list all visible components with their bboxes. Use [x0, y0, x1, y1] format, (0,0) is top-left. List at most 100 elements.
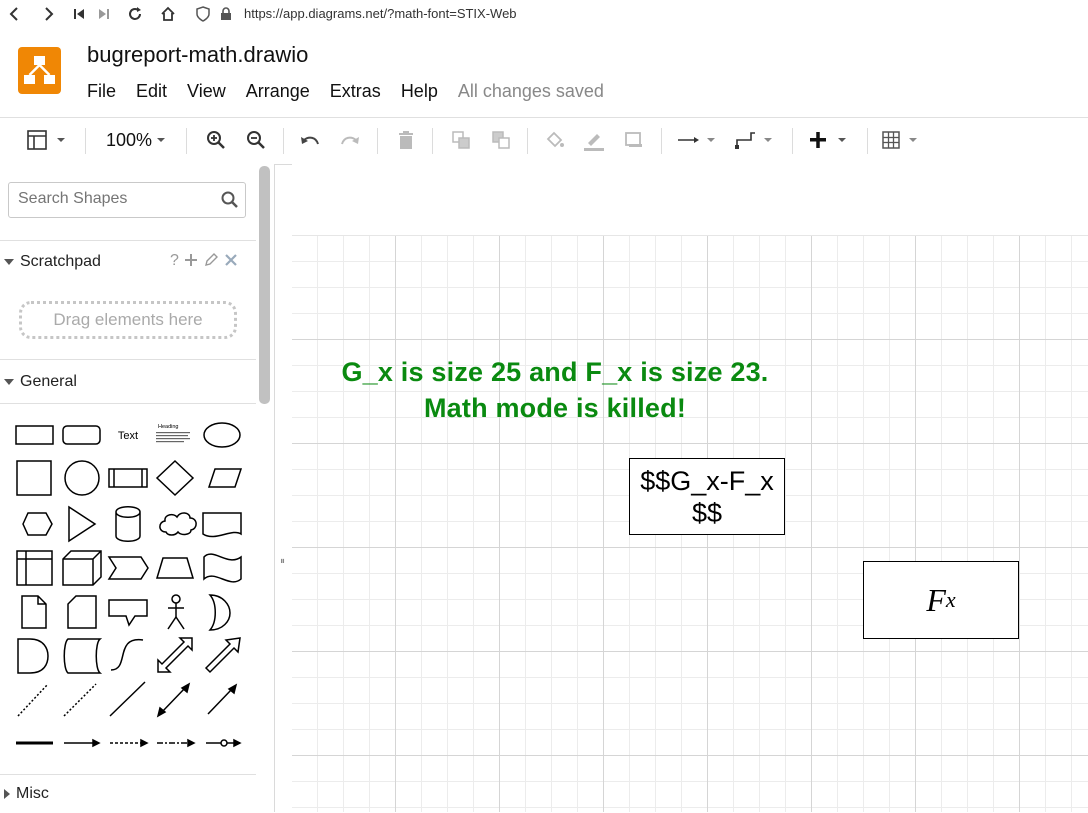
- canvas-margin: [292, 164, 1088, 236]
- shape-tape[interactable]: [203, 553, 242, 583]
- shape-data-storage[interactable]: [63, 638, 103, 674]
- shape-delay[interactable]: [17, 638, 49, 674]
- shape-arrow[interactable]: [204, 637, 241, 674]
- toolbar: 100%: [0, 117, 1088, 165]
- menu-arrange[interactable]: Arrange: [246, 81, 310, 103]
- skip-forward-icon[interactable]: [93, 3, 115, 25]
- bug-note-text[interactable]: G_x is size 25 and F_x is size 23. Math …: [314, 354, 796, 426]
- shape-document[interactable]: [202, 512, 242, 538]
- shape-dashed-arrow[interactable]: [110, 738, 149, 748]
- shape-note[interactable]: [21, 595, 47, 629]
- shape-dashed-line[interactable]: [63, 683, 97, 717]
- shape-trapezoid[interactable]: [155, 557, 195, 579]
- shape-ellipse[interactable]: [203, 422, 241, 448]
- table-dropdown[interactable]: [880, 126, 924, 154]
- shape-bidirectional-arrow[interactable]: [157, 637, 193, 673]
- connection-style-dropdown[interactable]: [676, 126, 720, 154]
- undo-button[interactable]: [297, 126, 323, 154]
- scratchpad-drop-zone[interactable]: Drag elements here: [19, 301, 237, 339]
- misc-title: Misc: [16, 785, 49, 802]
- shape-callout[interactable]: [108, 599, 148, 627]
- menu-extras[interactable]: Extras: [330, 81, 381, 103]
- shape-directional-connector[interactable]: [207, 683, 238, 715]
- trash-icon: [399, 131, 413, 149]
- search-icon[interactable]: [221, 191, 239, 209]
- document-title[interactable]: bugreport-math.drawio: [87, 42, 308, 68]
- shape-line[interactable]: [109, 681, 146, 717]
- shape-internal-storage[interactable]: [16, 550, 53, 586]
- delete-button[interactable]: [393, 126, 419, 154]
- waypoints-dropdown[interactable]: [733, 126, 779, 154]
- shape-parallelogram[interactable]: [207, 468, 243, 488]
- insert-dropdown[interactable]: [806, 126, 852, 154]
- shape-rounded-rectangle[interactable]: [62, 425, 101, 445]
- forward-icon[interactable]: [37, 3, 59, 25]
- table-icon: [882, 131, 917, 149]
- shape-square[interactable]: [16, 460, 52, 496]
- shape-text[interactable]: Text: [118, 430, 138, 442]
- to-back-button[interactable]: [488, 126, 514, 154]
- reload-icon[interactable]: [124, 3, 146, 25]
- diagram-logo-icon: [24, 56, 55, 84]
- home-icon[interactable]: [157, 3, 179, 25]
- shield-icon[interactable]: [192, 3, 214, 25]
- zoom-dropdown[interactable]: 100%: [100, 126, 174, 154]
- zoom-in-button[interactable]: [203, 126, 229, 154]
- shape-link-arrow[interactable]: [64, 738, 101, 748]
- shape-triangle[interactable]: [68, 505, 97, 543]
- layout-panel-icon: [27, 130, 65, 150]
- zoom-out-button[interactable]: [243, 126, 269, 154]
- math-subscript: x: [945, 587, 956, 612]
- redo-icon: [341, 136, 359, 145]
- drawio-logo[interactable]: [18, 47, 61, 94]
- shape-card[interactable]: [67, 595, 97, 629]
- undo-icon: [301, 136, 319, 145]
- menu-view[interactable]: View: [187, 81, 226, 103]
- shape-cloud[interactable]: [159, 512, 197, 536]
- save-status[interactable]: All changes saved: [458, 81, 604, 103]
- heading-body-lines: [156, 432, 190, 443]
- shadow-button[interactable]: [621, 126, 647, 154]
- misc-header[interactable]: Misc: [0, 774, 256, 813]
- shape-association-arrow[interactable]: [206, 738, 242, 748]
- skip-back-icon[interactable]: [68, 3, 90, 25]
- shape-step[interactable]: [107, 556, 149, 580]
- shape-rectangle[interactable]: [15, 425, 54, 445]
- format-panel-button[interactable]: [24, 126, 70, 154]
- shape-actor[interactable]: [167, 594, 185, 630]
- search-input[interactable]: [18, 190, 208, 208]
- shape-hexagon[interactable]: [22, 512, 53, 536]
- elbow-connector-icon: [735, 132, 772, 149]
- shape-curved-arrow[interactable]: [110, 639, 144, 671]
- address-bar[interactable]: https://app.diagrams.net/?math-font=STIX…: [244, 6, 517, 21]
- line-color-button[interactable]: [581, 126, 607, 154]
- menu-file[interactable]: File: [87, 81, 116, 103]
- shape-bidirectional-connector[interactable]: [156, 682, 191, 718]
- shape-or[interactable]: [208, 594, 231, 631]
- sidebar-splitter-handle[interactable]: ⏸: [280, 556, 285, 567]
- menu-help[interactable]: Help: [401, 81, 438, 103]
- math-box-rendered[interactable]: Fx: [863, 561, 1019, 639]
- add-icon[interactable]: [183, 252, 199, 268]
- shape-circle[interactable]: [64, 460, 100, 496]
- to-front-button[interactable]: [448, 126, 474, 154]
- edit-pencil-icon[interactable]: [203, 252, 219, 268]
- math-box-raw-line-2: $$: [691, 497, 723, 528]
- general-header[interactable]: General: [0, 359, 256, 404]
- shape-process[interactable]: [108, 468, 148, 488]
- shape-dash-dot-arrow[interactable]: [157, 738, 196, 748]
- fill-color-button[interactable]: [542, 126, 568, 154]
- shape-diamond[interactable]: [155, 459, 195, 497]
- shape-cube[interactable]: [62, 550, 102, 586]
- back-icon[interactable]: [4, 3, 26, 25]
- shape-dotted-line[interactable]: [17, 683, 49, 717]
- math-box-raw-line-1: $$G_x-F_x: [640, 465, 774, 496]
- shape-cylinder[interactable]: [115, 506, 141, 542]
- menu-bar: File Edit View Arrange Extras Help All c…: [87, 81, 604, 103]
- redo-button[interactable]: [337, 126, 363, 154]
- menu-edit[interactable]: Edit: [136, 81, 167, 103]
- help-icon[interactable]: ?: [170, 252, 179, 270]
- close-icon[interactable]: [223, 252, 239, 268]
- sidebar-scrollbar[interactable]: [259, 166, 270, 404]
- math-box-raw[interactable]: $$G_x-F_x $$: [629, 458, 785, 535]
